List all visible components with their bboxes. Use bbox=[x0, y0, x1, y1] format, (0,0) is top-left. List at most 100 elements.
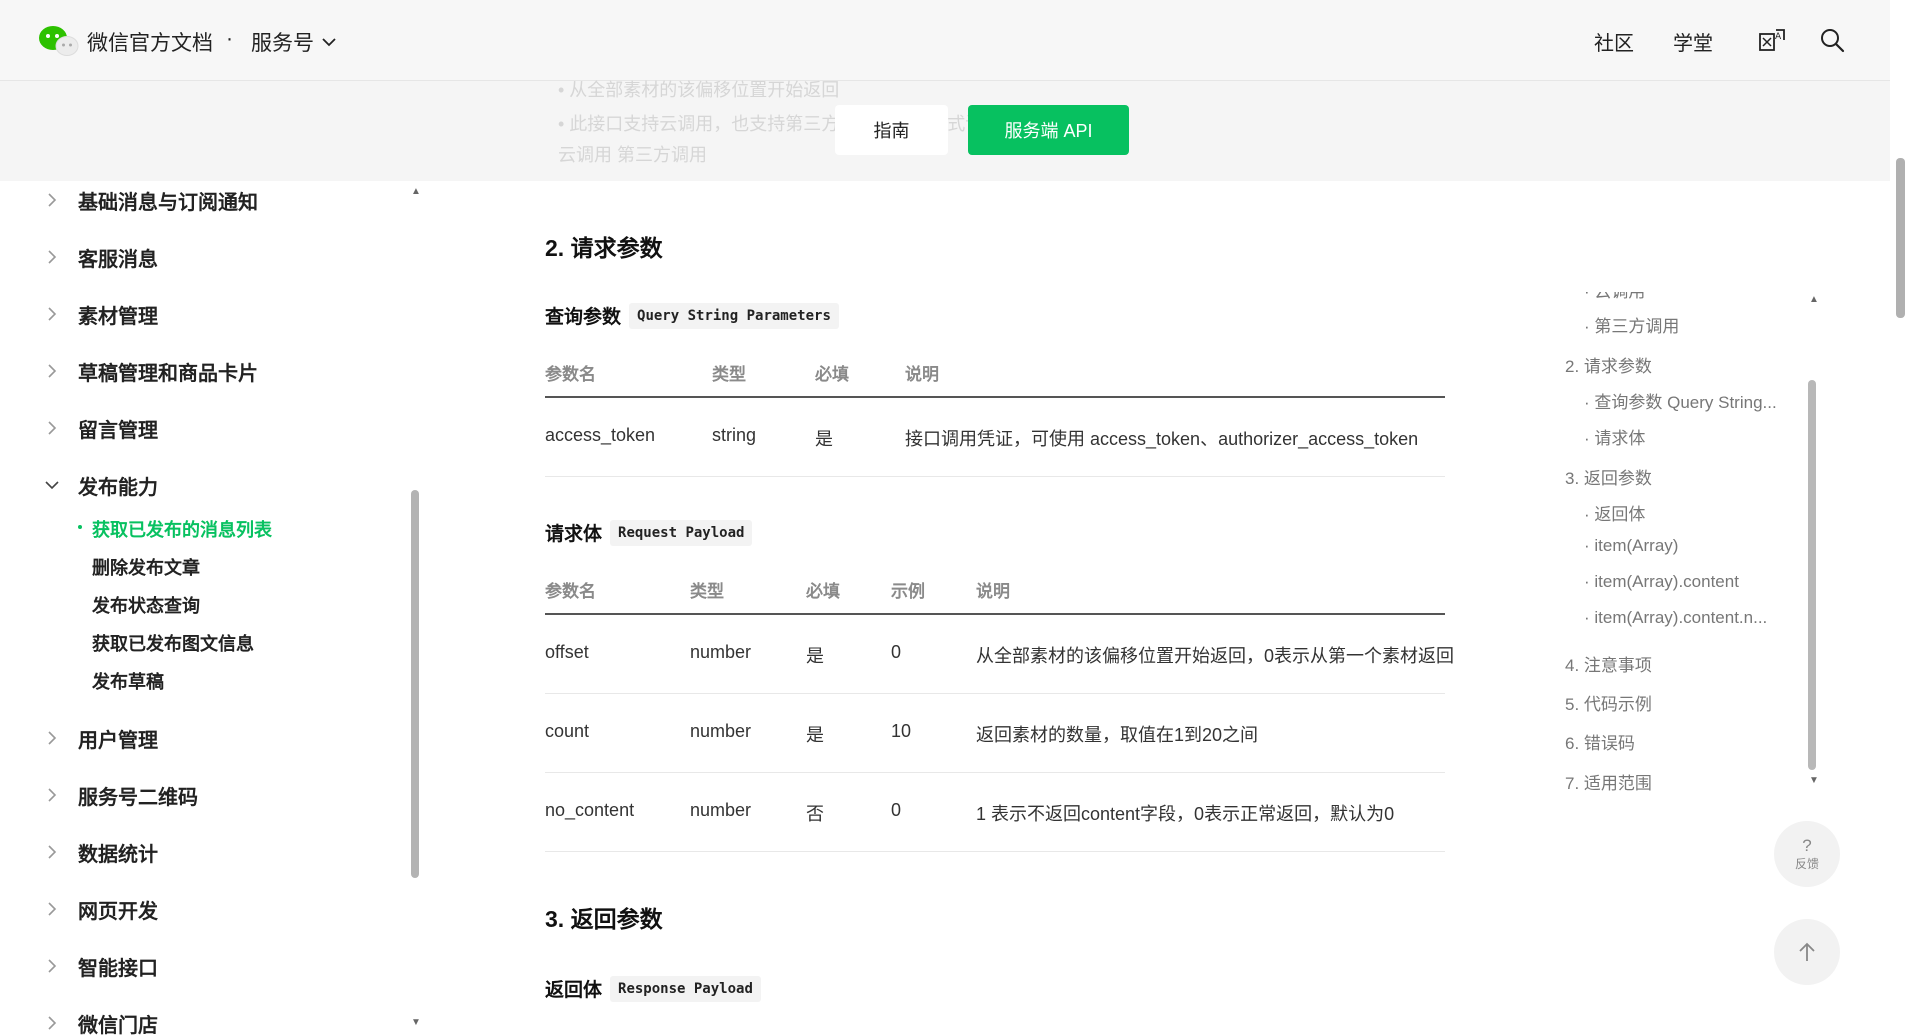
table-row: no_content number 否 0 1 表示不返回content字段，0表示正常… bbox=[545, 773, 1445, 852]
chevron-right-icon bbox=[48, 250, 57, 264]
cell-desc: 接口调用凭证，可使用 access_token、authorizer_acces… bbox=[905, 425, 1418, 451]
sidebar-item-label: 服务号二维码 bbox=[78, 786, 198, 809]
nav-academy[interactable]: 学堂 bbox=[1673, 27, 1713, 56]
col-header: 类型 bbox=[712, 365, 746, 384]
wechat-logo-icon[interactable] bbox=[38, 24, 79, 56]
translate-icon[interactable]: A bbox=[1758, 26, 1786, 54]
col-header: 参数名 bbox=[545, 365, 596, 384]
toc-item[interactable]: · 云调用 bbox=[1584, 292, 1645, 302]
table-row: count number 是 10 返回素材的数量，取值在1到20之间 bbox=[545, 694, 1445, 773]
chevron-right-icon bbox=[48, 959, 57, 973]
sidebar-item[interactable]: 微信门店 bbox=[44, 1006, 158, 1035]
cell-desc: 从全部素材的该偏移位置开始返回，0表示从第一个素材返回 bbox=[976, 646, 1455, 666]
chevron-down-icon bbox=[45, 481, 59, 490]
cell-desc: 返回素材的数量，取值在1到20之间 bbox=[976, 725, 1259, 745]
toc-item[interactable]: 7. 适用范围 bbox=[1565, 769, 1652, 794]
search-icon[interactable] bbox=[1818, 26, 1846, 54]
chevron-right-icon bbox=[48, 845, 57, 859]
cell-type: string bbox=[712, 425, 757, 445]
chevron-right-icon bbox=[48, 902, 57, 916]
access-token-link[interactable]: access_token bbox=[1090, 429, 1200, 449]
sidebar-subitem[interactable]: 获取已发布的消息列表 bbox=[78, 516, 272, 542]
toc-item[interactable]: · 第三方调用 bbox=[1584, 312, 1679, 337]
chevron-right-icon bbox=[48, 421, 57, 435]
toc-scroll-down-icon[interactable]: ▼ bbox=[1809, 775, 1819, 786]
toc-item[interactable]: 4. 注意事项 bbox=[1565, 651, 1652, 676]
chevron-right-icon bbox=[48, 193, 57, 207]
tab-server-api[interactable]: 服务端 API bbox=[968, 105, 1129, 155]
link-separator: 、 bbox=[1200, 429, 1219, 449]
cell-name: no_content bbox=[545, 800, 635, 820]
page-scrollbar[interactable] bbox=[1896, 158, 1905, 318]
sidebar-subitem[interactable]: 发布状态查询 bbox=[92, 592, 200, 618]
sidebar-item-label: 数据统计 bbox=[78, 843, 158, 866]
sidebar-item-label: 留言管理 bbox=[78, 419, 158, 442]
brand-title[interactable]: 微信官方文档 bbox=[87, 27, 213, 57]
subsection-response-body: 返回体 Response Payload bbox=[545, 975, 761, 1002]
toc-item[interactable]: 3. 返回参数 bbox=[1565, 464, 1652, 489]
cell-required: 是 bbox=[806, 646, 824, 666]
toc-item[interactable]: 2. 请求参数 bbox=[1565, 352, 1652, 377]
feedback-button[interactable]: ? 反馈 bbox=[1774, 821, 1840, 887]
back-to-top-button[interactable] bbox=[1774, 919, 1840, 985]
col-header: 类型 bbox=[690, 582, 724, 601]
sidebar-subitem[interactable]: 获取已发布图文信息 bbox=[92, 630, 254, 656]
faded-line: 云调用 第三方调用 bbox=[558, 145, 708, 165]
toc-item[interactable]: · item(Array).content bbox=[1584, 572, 1739, 592]
sidebar-item[interactable]: 用户管理 bbox=[44, 721, 158, 755]
toc-item[interactable]: · item(Array) bbox=[1584, 536, 1678, 556]
cell-required: 是 bbox=[806, 725, 824, 745]
toc-item[interactable]: · item(Array).content.n... bbox=[1584, 608, 1767, 628]
col-header: 示例 bbox=[891, 582, 925, 601]
toc-scroll-up-icon[interactable]: ▲ bbox=[1809, 294, 1819, 305]
sidebar-scrollbar[interactable] bbox=[411, 490, 419, 878]
sidebar-item[interactable]: 智能接口 bbox=[44, 949, 158, 983]
section-switcher[interactable]: 服务号 bbox=[251, 27, 336, 57]
chevron-down-icon bbox=[322, 38, 336, 47]
col-header: 说明 bbox=[976, 582, 1010, 601]
sidebar-item[interactable]: 草稿管理和商品卡片 bbox=[44, 354, 258, 388]
code-tag: Request Payload bbox=[610, 519, 753, 546]
sidebar-item-label: 草稿管理和商品卡片 bbox=[78, 362, 258, 385]
cell-example: 0 bbox=[891, 642, 902, 662]
sidebar-item[interactable]: 基础消息与订阅通知 bbox=[44, 183, 258, 217]
section-switcher-label: 服务号 bbox=[251, 32, 314, 55]
chevron-right-icon bbox=[48, 788, 57, 802]
col-header: 必填 bbox=[815, 365, 849, 384]
scroll-down-arrow-icon[interactable]: ▼ bbox=[411, 1017, 421, 1028]
sidebar-item[interactable]: 数据统计 bbox=[44, 835, 158, 869]
sidebar-item-label: 智能接口 bbox=[78, 957, 158, 980]
toc-item[interactable]: 6. 错误码 bbox=[1565, 729, 1635, 754]
sidebar-item[interactable]: 发布能力 bbox=[44, 468, 158, 502]
query-params-table: 参数名 类型 必填 说明 access_token string 是 接口调用凭… bbox=[545, 342, 1445, 477]
sidebar-subitem[interactable]: 删除发布文章 bbox=[92, 554, 200, 580]
sidebar-item-label: 网页开发 bbox=[78, 900, 158, 923]
sidebar-item[interactable]: 客服消息 bbox=[44, 240, 158, 274]
toc-item[interactable]: 5. 代码示例 bbox=[1565, 690, 1652, 715]
sidebar-item[interactable]: 服务号二维码 bbox=[44, 778, 198, 812]
scroll-up-arrow-icon[interactable]: ▲ bbox=[411, 186, 421, 197]
tab-guide[interactable]: 指南 bbox=[835, 105, 948, 155]
table-header: 参数名 类型 必填 示例 说明 bbox=[545, 559, 1445, 615]
table-header: 参数名 类型 必填 说明 bbox=[545, 342, 1445, 398]
cell-name: access_token bbox=[545, 425, 656, 445]
sidebar-item-label: 基础消息与订阅通知 bbox=[78, 191, 258, 214]
toc-item[interactable]: · 查询参数 Query String... bbox=[1584, 388, 1777, 413]
nav-community[interactable]: 社区 bbox=[1594, 27, 1634, 56]
chevron-right-icon bbox=[48, 1016, 57, 1030]
toc-scrollbar[interactable] bbox=[1808, 380, 1816, 770]
sidebar-item[interactable]: 网页开发 bbox=[44, 892, 158, 926]
faded-line: • 此接口支持云调用，也支持第三方调用，调用方式请参考 bbox=[558, 114, 1020, 134]
svg-text:A: A bbox=[1775, 32, 1782, 42]
sidebar-item[interactable]: 留言管理 bbox=[44, 411, 158, 445]
code-tag: Query String Parameters bbox=[629, 302, 839, 329]
sidebar-item[interactable]: 素材管理 bbox=[44, 297, 158, 331]
sidebar-item-label: 客服消息 bbox=[78, 248, 158, 271]
toc-item[interactable]: · 请求体 bbox=[1584, 424, 1645, 449]
subsection-request-body: 请求体 Request Payload bbox=[545, 519, 753, 546]
authorizer-access-token-link[interactable]: authorizer_access_token bbox=[1218, 429, 1418, 449]
toc-item[interactable]: · 返回体 bbox=[1584, 500, 1645, 525]
arrow-up-icon bbox=[1799, 942, 1815, 961]
sidebar-subitem[interactable]: 发布草稿 bbox=[92, 668, 164, 694]
cell-name: offset bbox=[545, 642, 589, 662]
